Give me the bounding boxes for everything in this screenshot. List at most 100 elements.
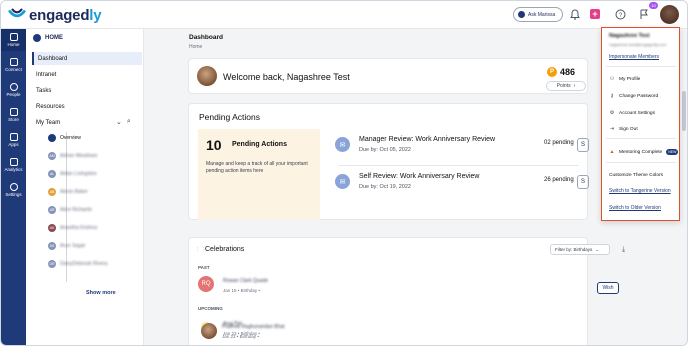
review-due-date: Due by: Oct 19, 2022: [359, 184, 411, 190]
team-member[interactable]: AB Alexis Baker: [48, 186, 88, 198]
user-avatar-button[interactable]: [660, 5, 679, 24]
rail-label: People: [6, 92, 21, 97]
review-start-button[interactable]: S: [577, 138, 589, 152]
rail-item-connect[interactable]: Connect: [1, 54, 26, 76]
rail-item-apps[interactable]: Apps: [1, 129, 26, 151]
help-icon[interactable]: ?: [614, 8, 626, 20]
celebrant-name[interactable]: Prathvik Raghunandan Bhat: [222, 324, 285, 330]
plus-icon[interactable]: +: [590, 9, 600, 19]
team-member[interactable]: AL Aidan Livingston: [48, 168, 97, 180]
top-bar: engagedly Ask Marissa + ? 10: [1, 1, 687, 29]
profile-name: Nagashree Test: [609, 33, 650, 39]
ask-label: Ask Marissa: [528, 11, 556, 18]
mentoring-complete-item[interactable]: ▲ Mentoring Complete NEW: [609, 149, 679, 155]
review-title[interactable]: Self Review: Work Anniversary Review: [359, 173, 479, 180]
icon-rail: Home Connect People Store Apps Analytics…: [1, 29, 26, 345]
rail-item-analytics[interactable]: Analytics: [1, 154, 26, 176]
show-more-link[interactable]: Show more: [86, 290, 116, 296]
rail-label: Store: [8, 117, 19, 122]
nav-item-dashboard[interactable]: Dashboard: [32, 52, 142, 65]
divider: [606, 162, 676, 163]
new-badge: NEW: [666, 149, 679, 155]
search-icon[interactable]: ⌕: [127, 118, 131, 126]
mountain-icon: ▲: [609, 149, 615, 155]
download-icon[interactable]: ⤓: [622, 246, 625, 254]
change-password-item[interactable]: ⚷ Change Password: [609, 93, 658, 99]
review-icon: ✉: [335, 137, 350, 152]
points-button[interactable]: Points ›: [546, 81, 586, 91]
connect-icon: [9, 58, 18, 66]
divider: [606, 66, 676, 67]
celebrant-name[interactable]: Rowan Clark Quade: [223, 278, 268, 284]
team-overview[interactable]: Overview: [48, 132, 81, 144]
avatar: [201, 323, 217, 339]
rail-item-settings[interactable]: Settings: [1, 179, 26, 201]
points-label: Points: [556, 83, 571, 89]
breadcrumb[interactable]: Home: [189, 44, 202, 50]
welcome-card: Welcome back, Nagashree Test P 486 Point…: [188, 58, 588, 94]
analytics-icon: [9, 158, 18, 166]
flag-icon[interactable]: [638, 8, 650, 20]
user-icon: ⚇: [609, 76, 615, 82]
account-settings-item[interactable]: ⚙ Account Settings: [609, 110, 655, 116]
rail-item-people[interactable]: People: [1, 79, 26, 101]
switch-tangerine-link[interactable]: Switch to Tangerine Version: [609, 188, 671, 194]
team-member[interactable]: AR Alice Richards: [48, 204, 92, 216]
store-icon: [9, 108, 18, 116]
wish-button[interactable]: Wish: [597, 282, 619, 294]
team-member-avatar: DR: [48, 260, 56, 268]
impersonate-members-link[interactable]: Impersonate Members: [609, 54, 659, 60]
rail-item-home[interactable]: Home: [1, 29, 26, 51]
ask-assistant-button[interactable]: Ask Marissa: [513, 7, 563, 22]
key-icon: ⚷: [610, 93, 614, 99]
sign-out-item[interactable]: ⇥ Sign Out: [609, 126, 638, 132]
review-pending-count: 02 pending: [544, 140, 574, 146]
review-title[interactable]: Manager Review: Work Anniversary Review: [359, 136, 495, 143]
chevron-down-icon[interactable]: ⌄: [116, 118, 122, 126]
points-value: 486: [560, 67, 576, 77]
points-display: P 486: [547, 67, 575, 77]
team-member-label: DaisyDeborah Rivera: [60, 261, 108, 267]
team-member-label: Overview: [60, 135, 81, 141]
home-side-panel: HOME Dashboard Intranet Tasks Resources …: [26, 29, 144, 345]
gear-icon: ⚙: [609, 110, 615, 116]
rail-item-store[interactable]: Store: [1, 104, 26, 126]
team-member-label: Alexis Baker: [60, 189, 88, 195]
celebrations-title: Celebrations: [205, 246, 245, 253]
settings-icon: [9, 183, 18, 191]
assistant-icon: [518, 11, 525, 18]
rail-label: Home: [7, 42, 20, 47]
customize-theme-item[interactable]: Customize Theme Colors: [609, 173, 663, 178]
pending-description: Manage and keep a track of all your impo…: [206, 161, 308, 174]
scrollbar[interactable]: [682, 29, 687, 345]
team-member-avatar: AS: [48, 242, 56, 250]
rail-label: Apps: [8, 142, 19, 147]
nav-item-intranet[interactable]: Intranet: [32, 68, 142, 81]
celebration-filter-select[interactable]: Filter by: Birthdays ⌄: [550, 244, 610, 255]
nav-item-tasks[interactable]: Tasks: [32, 84, 142, 97]
engagedly-logo[interactable]: engagedly: [8, 6, 102, 24]
bell-icon[interactable]: [569, 8, 581, 20]
team-member[interactable]: AK Anantha Krishna: [48, 222, 97, 234]
switch-older-link[interactable]: Switch to Older Version: [609, 205, 661, 211]
my-profile-item[interactable]: ⚇ My Profile: [609, 76, 641, 82]
team-member[interactable]: AM Adrian Meadows: [48, 150, 97, 162]
review-due-date: Due by: Oct 05, 2022: [359, 147, 411, 153]
rail-label: Connect: [5, 67, 22, 72]
celebration-meta: Jan 15 • Birthday •: [223, 288, 260, 293]
team-member-label: Arun Sagar: [60, 243, 86, 249]
upcoming-section-label: UPCOMING: [198, 306, 223, 311]
review-icon: ✉: [335, 174, 350, 189]
scrollbar-thumb[interactable]: [682, 91, 686, 131]
review-start-button[interactable]: S: [577, 175, 589, 189]
team-tools: ⌄ ⌕: [116, 118, 131, 126]
nav-item-resources[interactable]: Resources: [32, 100, 142, 113]
home-icon: [33, 34, 41, 42]
team-member[interactable]: AS Arun Sagar: [48, 240, 85, 252]
menu-item-label: Mentoring Complete: [619, 149, 663, 155]
team-member[interactable]: DR DaisyDeborah Rivera: [48, 258, 108, 270]
team-member-avatar: AM: [48, 152, 56, 160]
divider: [606, 138, 676, 139]
pending-actions-title: Pending Actions: [199, 112, 260, 122]
team-member-label: Alice Richards: [60, 207, 92, 213]
